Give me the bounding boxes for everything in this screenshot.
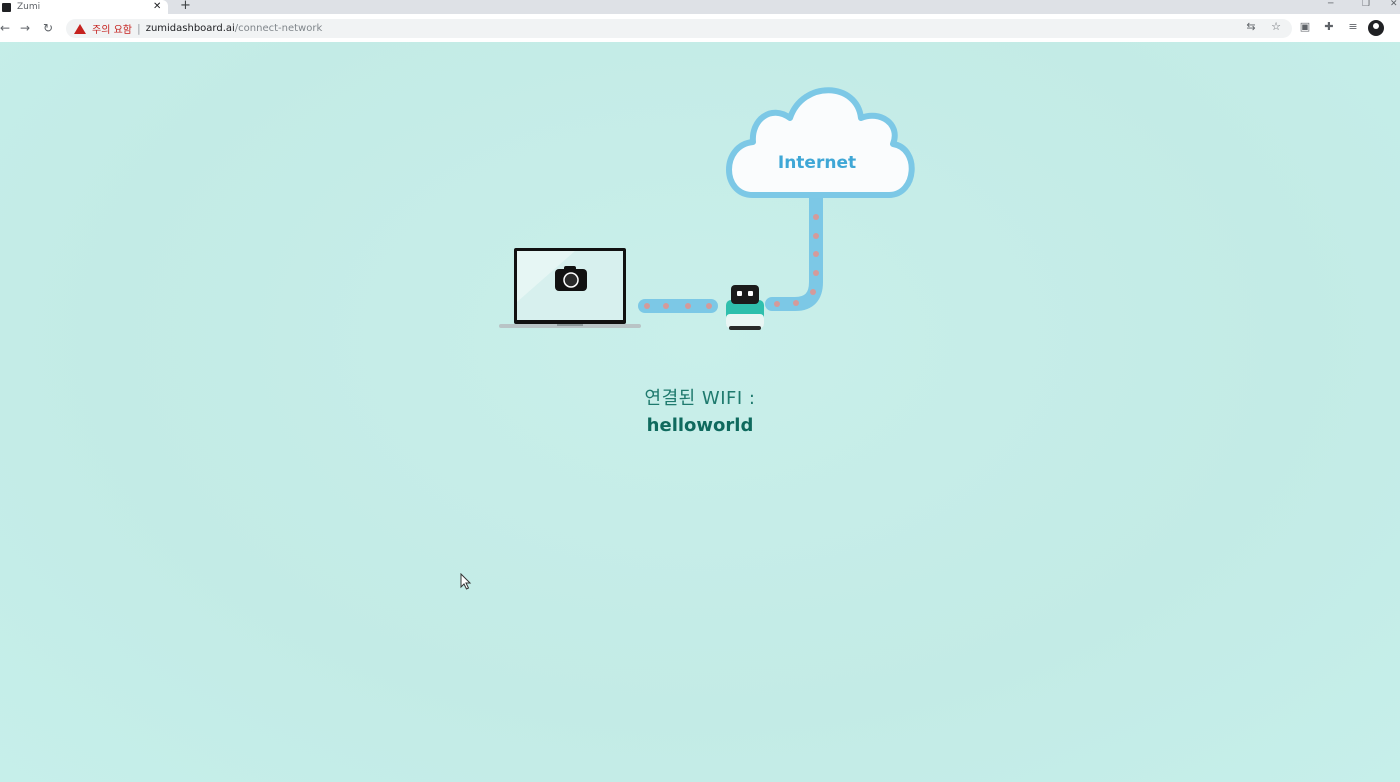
mouse-cursor-icon xyxy=(460,573,472,590)
browser-toolbar: ← → ↻ 주의 요함 | zumidashboard.ai /connect-… xyxy=(0,14,1400,43)
zumi-favicon-icon xyxy=(2,2,11,12)
connected-wifi-name: helloworld xyxy=(646,415,754,436)
close-window-icon[interactable]: ✕ xyxy=(1390,0,1398,9)
tab-close-icon[interactable]: ✕ xyxy=(153,0,161,14)
connect-network-page: Internet 연결된 WIFI : helloworld xyxy=(0,42,1400,782)
warning-triangle-icon xyxy=(74,23,86,34)
laptop-robot-link xyxy=(638,299,718,313)
url-separator: | xyxy=(136,22,141,35)
reload-icon[interactable]: ↻ xyxy=(43,20,53,36)
profile-avatar[interactable] xyxy=(1368,20,1384,36)
zumi-robot-icon xyxy=(726,285,764,330)
cloud-label: Internet xyxy=(778,153,856,173)
forward-arrow-icon[interactable]: → xyxy=(20,20,30,36)
network-diagram: Internet xyxy=(499,87,915,330)
robot-cloud-link xyxy=(765,190,823,311)
internet-cloud-icon xyxy=(726,87,915,198)
url-path: /connect-network xyxy=(234,23,323,34)
camera-icon xyxy=(555,266,587,291)
restore-icon[interactable]: ❐ xyxy=(1362,0,1370,9)
tab-title: Zumi xyxy=(17,2,41,12)
security-warning[interactable]: 주의 요함 xyxy=(92,21,132,36)
new-tab-button[interactable]: + xyxy=(180,0,191,12)
translate-icon[interactable]: ⇆ xyxy=(1245,21,1257,33)
address-bar[interactable]: 주의 요함 | zumidashboard.ai /connect-networ… xyxy=(66,19,1292,38)
bookmark-star-icon[interactable]: ☆ xyxy=(1270,21,1282,33)
browser-tab[interactable]: Zumi ✕ xyxy=(0,0,168,14)
back-arrow-icon[interactable]: ← xyxy=(0,20,10,36)
reading-list-icon[interactable]: ≡ xyxy=(1347,21,1359,33)
connected-wifi-label: 연결된 WIFI : xyxy=(644,388,756,409)
extension-square-icon[interactable]: ▣ xyxy=(1299,21,1311,33)
tab-strip: Zumi ✕ + ─ ❐ ✕ xyxy=(0,0,1400,14)
url-host: zumidashboard.ai xyxy=(145,23,235,34)
puzzle-extensions-icon[interactable]: ✚ xyxy=(1323,21,1335,33)
minimize-icon[interactable]: ─ xyxy=(1328,0,1333,9)
